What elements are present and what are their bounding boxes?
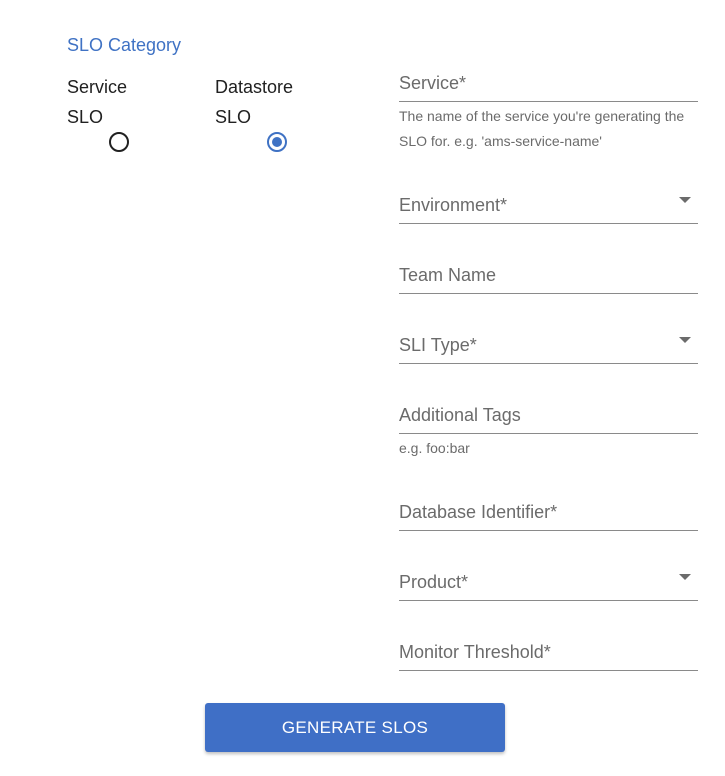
sli-type-field-label: SLI Type* — [399, 335, 477, 355]
radio-checked-icon[interactable] — [267, 132, 287, 152]
additional-tags-input[interactable]: Additional Tags — [399, 399, 698, 434]
sli-type-field: SLI Type* — [399, 329, 698, 364]
database-identifier-field: Database Identifier* — [399, 496, 698, 531]
environment-select[interactable]: Environment* — [399, 189, 698, 224]
database-identifier-input[interactable]: Database Identifier* — [399, 496, 698, 531]
additional-tags-field: Additional Tags e.g. foo:bar — [399, 399, 698, 461]
caret-down-icon — [679, 337, 691, 343]
monitor-threshold-field: Monitor Threshold* — [399, 636, 698, 671]
slo-category-legend: SLO Category — [67, 35, 182, 55]
service-field-label: Service* — [399, 73, 467, 93]
radio-datastore-slo[interactable]: Datastore SLO — [215, 72, 345, 162]
service-field: Service* The name of the service you're … — [399, 67, 698, 154]
radio-service-slo-label: Service SLO — [67, 77, 128, 127]
team-name-input[interactable]: Team Name — [399, 259, 698, 294]
environment-field-label: Environment* — [399, 195, 508, 215]
monitor-threshold-input[interactable]: Monitor Threshold* — [399, 636, 698, 671]
radio-unchecked-icon[interactable] — [109, 132, 129, 152]
team-name-field-label: Team Name — [399, 265, 497, 285]
team-name-field: Team Name — [399, 259, 698, 294]
sli-type-select[interactable]: SLI Type* — [399, 329, 698, 364]
service-helper-text: The name of the service you're generatin… — [399, 108, 685, 149]
product-field-label: Product* — [399, 572, 469, 592]
additional-tags-field-label: Additional Tags — [399, 405, 521, 425]
radio-datastore-slo-label: Datastore SLO — [215, 77, 294, 127]
product-field: Product* — [399, 566, 698, 601]
service-input[interactable]: Service* — [399, 67, 698, 102]
radio-service-slo[interactable]: Service SLO — [67, 72, 197, 162]
additional-tags-helper-text: e.g. foo:bar — [399, 440, 470, 456]
environment-field: Environment* — [399, 189, 698, 224]
database-identifier-field-label: Database Identifier* — [399, 502, 558, 522]
monitor-threshold-field-label: Monitor Threshold* — [399, 642, 551, 662]
caret-down-icon — [679, 574, 691, 580]
caret-down-icon — [679, 197, 691, 203]
generate-slos-button[interactable]: GENERATE SLOS — [205, 703, 505, 752]
product-select[interactable]: Product* — [399, 566, 698, 601]
